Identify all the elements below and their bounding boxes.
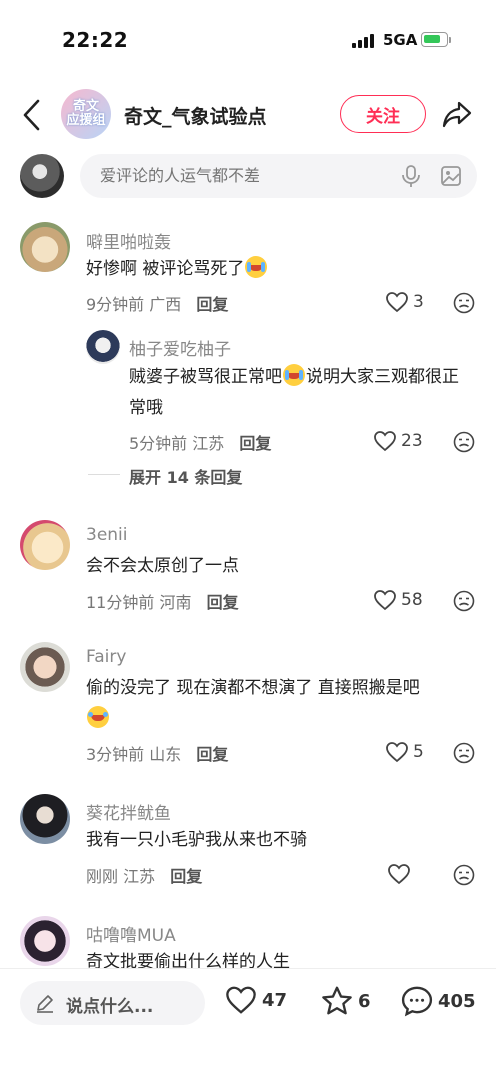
- comments-button[interactable]: 405: [400, 985, 476, 1017]
- avatar[interactable]: [20, 794, 70, 844]
- like-post-button[interactable]: 47: [224, 985, 287, 1015]
- heart-icon: [388, 864, 410, 885]
- comment-meta: 11分钟前 河南 回复: [86, 593, 239, 612]
- comment-input[interactable]: [100, 166, 380, 185]
- follow-button[interactable]: 关注: [340, 95, 426, 133]
- heart-icon: [374, 431, 396, 452]
- battery-icon: [421, 32, 448, 47]
- comment-input-box[interactable]: [80, 154, 477, 198]
- expand-replies-button[interactable]: 展开 14 条回复: [129, 464, 242, 488]
- comment-meta: 刚刚 江苏 回复: [86, 867, 203, 886]
- reply-button[interactable]: 回复: [239, 434, 271, 453]
- status-bar: 22:22 5GA: [0, 0, 496, 80]
- dislike-icon[interactable]: [453, 431, 475, 453]
- avatar[interactable]: [20, 916, 70, 966]
- header: 奇文 应援组 奇文_气象试验点 关注: [0, 80, 496, 150]
- account-avatar[interactable]: 奇文 应援组: [61, 89, 111, 139]
- avatar[interactable]: [86, 330, 120, 364]
- mic-icon[interactable]: [400, 164, 422, 188]
- crying-emoji: [245, 256, 268, 278]
- like-button[interactable]: [387, 863, 415, 885]
- reply-button[interactable]: 回复: [196, 295, 228, 314]
- dislike-icon[interactable]: [453, 864, 475, 886]
- comment-author[interactable]: 3enii: [86, 525, 128, 545]
- dislike-icon[interactable]: [453, 292, 475, 314]
- reply-button[interactable]: 回复: [170, 867, 202, 886]
- avatar[interactable]: [20, 642, 70, 692]
- pen-icon: [37, 995, 53, 1013]
- heart-icon: [374, 590, 396, 611]
- like-button[interactable]: 23: [373, 430, 423, 452]
- heart-icon: [386, 742, 408, 763]
- comment-text: 好惨啊 被评论骂死了: [86, 254, 476, 285]
- dislike-icon[interactable]: [453, 590, 475, 612]
- like-button[interactable]: 5: [385, 741, 424, 763]
- star-icon: [322, 986, 352, 1015]
- avatar[interactable]: [20, 222, 70, 272]
- comment-author[interactable]: 葵花拌鱿鱼: [86, 799, 171, 824]
- expand-divider: [88, 474, 120, 475]
- back-icon[interactable]: [20, 97, 44, 133]
- reply-meta: 5分钟前 江苏 回复: [129, 434, 272, 453]
- comment-text: 偷的没完了 现在演都不想演了 直接照搬是吧: [86, 673, 476, 735]
- image-icon[interactable]: [440, 165, 462, 187]
- crying-emoji: [283, 364, 305, 386]
- write-comment-button[interactable]: 说点什么...: [20, 981, 205, 1025]
- heart-icon: [226, 986, 256, 1014]
- comment-author[interactable]: 咕噜噜MUA: [86, 921, 176, 946]
- account-logo: 奇文 应援组: [66, 99, 106, 128]
- comment-icon: [401, 986, 433, 1017]
- share-icon[interactable]: [441, 99, 473, 129]
- reply-button[interactable]: 回复: [196, 745, 228, 764]
- like-button[interactable]: 58: [373, 589, 423, 611]
- account-name[interactable]: 奇文_气象试验点: [124, 102, 267, 129]
- network-label: 5GA: [383, 31, 418, 49]
- heart-icon: [386, 292, 408, 313]
- reply-button[interactable]: 回复: [207, 593, 239, 612]
- avatar[interactable]: [20, 520, 70, 570]
- comment-author[interactable]: Fairy: [86, 647, 126, 667]
- comment-text: 会不会太原创了一点: [86, 556, 239, 576]
- bottom-bar: 说点什么... 47 6 405: [0, 968, 496, 1080]
- reply-author[interactable]: 柚子爱吃柚子: [129, 335, 231, 360]
- like-button[interactable]: 3: [385, 291, 424, 313]
- favorite-button[interactable]: 6: [320, 985, 371, 1017]
- my-avatar: [20, 154, 64, 198]
- status-time: 22:22: [62, 28, 129, 52]
- comment-author[interactable]: 噼里啪啦轰: [86, 228, 171, 253]
- comment-meta: 3分钟前 山东 回复: [86, 745, 229, 764]
- reply-text: 贼婆子被骂很正常吧 说明大家三观都很正常哦: [129, 362, 469, 424]
- signal-icon: [352, 34, 378, 48]
- comment-text: 我有一只小毛驴我从来也不骑: [86, 830, 307, 850]
- write-comment-label: 说点什么...: [66, 997, 154, 1017]
- comment-meta: 9分钟前 广西 回复: [86, 295, 229, 314]
- laughing-emoji: [87, 706, 109, 728]
- dislike-icon[interactable]: [453, 742, 475, 764]
